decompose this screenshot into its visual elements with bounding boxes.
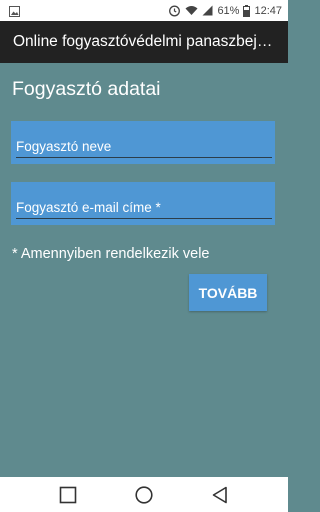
status-bar: 61% 12:47: [0, 0, 288, 21]
home-icon[interactable]: [134, 485, 154, 505]
name-field-container: [11, 121, 275, 164]
signal-icon: [202, 5, 213, 16]
app-title: Online fogyasztóvédelmi panaszbejelentő: [13, 33, 275, 50]
battery-percent: 61%: [217, 4, 240, 17]
name-input[interactable]: [16, 135, 272, 158]
email-field-container: [11, 182, 275, 225]
app-bar: Online fogyasztóvédelmi panaszbejelentő: [0, 21, 288, 63]
wifi-icon: [185, 5, 198, 16]
navigation-bar: [0, 477, 288, 512]
status-icons: 61% 12:47: [168, 2, 282, 19]
main-content: Fogyasztó adatai * Amennyiben rendelkezi…: [0, 63, 288, 477]
page-heading: Fogyasztó adatai: [12, 78, 161, 100]
clock: 12:47: [254, 4, 282, 17]
optional-note: * Amennyiben rendelkezik vele: [12, 246, 210, 262]
recent-apps-icon[interactable]: [58, 485, 78, 505]
battery-icon: [243, 4, 251, 17]
next-button[interactable]: TOVÁBB: [189, 274, 267, 311]
image-icon: [9, 4, 20, 17]
email-input[interactable]: [16, 196, 272, 219]
back-icon[interactable]: [210, 485, 230, 505]
alarm-icon: [168, 4, 181, 17]
